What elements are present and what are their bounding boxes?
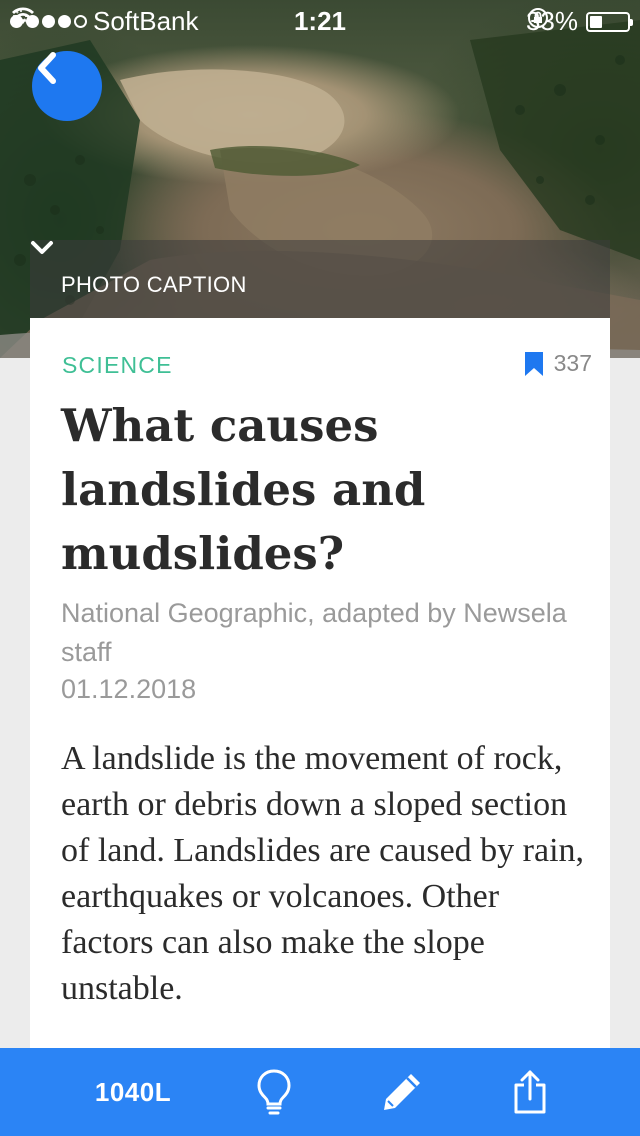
article-card: SCIENCE 337 What causes landslides and m… xyxy=(30,318,610,1058)
pencil-icon xyxy=(384,1074,420,1110)
annotate-button[interactable] xyxy=(366,1048,438,1136)
lightbulb-icon xyxy=(257,1069,291,1115)
article-title: What causes landslides and mudslides? xyxy=(61,399,426,580)
article-body: A landslide is the movement of rock, ear… xyxy=(61,740,585,1007)
hero-photo: SoftBank 1:21 33% PHOTO CAPTION xyxy=(0,0,640,358)
photo-caption-toggle[interactable]: PHOTO CAPTION xyxy=(30,240,610,318)
battery-icon xyxy=(586,11,633,32)
back-button[interactable] xyxy=(32,51,102,121)
article-date: 01.12.2018 xyxy=(61,674,197,704)
share-icon xyxy=(514,1070,546,1114)
article-byline: National Geographic, adapted by Newsela … xyxy=(61,598,567,667)
lightbulb-button[interactable] xyxy=(238,1048,310,1136)
bottom-toolbar: 1040L xyxy=(0,1048,640,1136)
bookmark-button[interactable]: 337 xyxy=(524,350,592,377)
article-screen: SoftBank 1:21 33% PHOTO CAPTION SCIENCE … xyxy=(0,0,640,1136)
chevron-left-icon xyxy=(38,52,56,84)
orientation-lock-icon xyxy=(527,8,548,28)
status-right: 33% xyxy=(526,6,633,37)
bookmark-count: 337 xyxy=(553,350,592,376)
photo-caption-label: PHOTO CAPTION xyxy=(61,272,247,297)
bookmark-icon xyxy=(524,351,543,376)
status-bar: SoftBank 1:21 33% xyxy=(0,0,640,40)
chevron-down-icon xyxy=(31,241,53,254)
share-button[interactable] xyxy=(494,1048,566,1136)
category-label[interactable]: SCIENCE xyxy=(62,352,173,379)
reading-level-button[interactable]: 1040L xyxy=(78,1048,188,1136)
